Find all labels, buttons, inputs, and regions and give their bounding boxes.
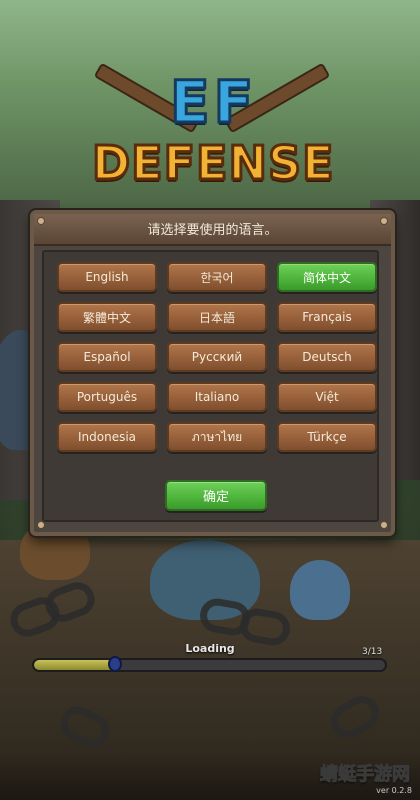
language-select-dialog: 请选择要使用的语言。 English 한국어 简体中文繁體中文 日本語 Français… [30,210,395,536]
language-button[interactable]: Türkçe [277,422,377,452]
loading-count: 3/13 [362,647,383,657]
creature-right [290,560,350,620]
language-button[interactable]: 日本語 [167,302,267,332]
language-button[interactable]: 한국어 [167,262,267,292]
language-button[interactable]: Español [57,342,157,372]
language-button[interactable]: Français [277,302,377,332]
language-button[interactable]: Việt [277,382,377,412]
logo-title-ef: EF [168,67,258,138]
loading-progress-fill [34,660,115,670]
language-button[interactable]: 简体中文 [277,262,377,292]
language-button[interactable]: Italiano [167,382,267,412]
language-grid: English 한국어 简体中文繁體中文 日本語 Français Español Русс… [57,262,377,452]
game-logo: EF DEFENSE [70,60,350,200]
dialog-body: English 한국어 简体中文繁體中文 日本語 Français Español Русс… [42,250,379,522]
rivet-icon [37,217,45,225]
rivet-icon [37,521,45,529]
dialog-header: 请选择要使用的语言。 [34,214,391,246]
logo-title-defense: DEFENSE [91,135,336,192]
rivet-icon [380,521,388,529]
language-button[interactable]: 繁體中文 [57,302,157,332]
site-watermark: 蜻蜓手游网 [320,764,411,786]
dialog-title: 请选择要使用的语言。 [147,223,278,238]
language-button[interactable]: Indonesia [57,422,157,452]
language-button[interactable]: Português [57,382,157,412]
loading-progress-bar [32,658,387,672]
language-button[interactable]: Deutsch [277,342,377,372]
language-button[interactable]: ภาษาไทย [167,422,267,452]
confirm-button[interactable]: 确定 [165,480,267,511]
version-label: ver 0.2.8 [376,786,412,795]
loading-orb-icon [107,656,122,672]
language-button[interactable]: Русский [167,342,267,372]
loading-label: Loading [185,642,235,655]
language-button[interactable]: English [57,262,157,292]
rivet-icon [380,217,388,225]
